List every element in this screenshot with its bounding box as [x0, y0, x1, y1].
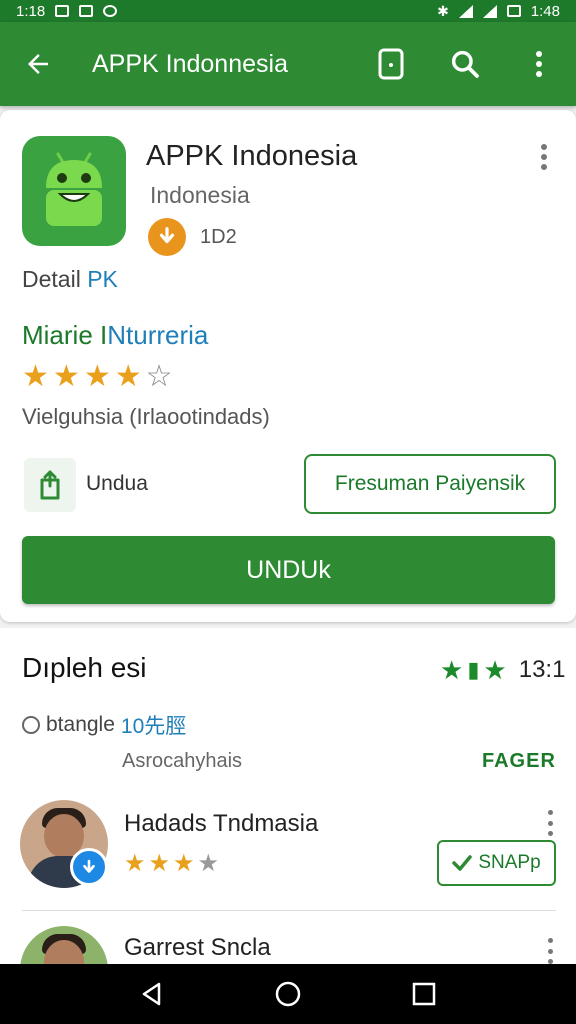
more-vert-icon [536, 51, 542, 77]
star-filled-icon: ★ [52, 360, 80, 393]
section-title-a: Miarie I [22, 320, 108, 350]
app-info-card: APPK Indonesia Indonesia 1D2 Detail PK M… [0, 110, 576, 622]
review-divider [22, 910, 556, 911]
overflow-menu-button[interactable] [502, 22, 576, 106]
menu-dot-icon [547, 820, 553, 826]
download-badge [148, 218, 186, 256]
review-menu-button[interactable] [540, 810, 560, 836]
battery-icon [506, 5, 521, 17]
reviews-subhead: Asrocahyhais [122, 750, 243, 772]
star-filled-icon: ★ [114, 360, 142, 393]
nav-recents-icon [412, 982, 436, 1006]
star-filled-icon: ★ [148, 850, 171, 877]
nav-home-button[interactable] [258, 964, 318, 1024]
reviews-score: ★ ▮ ★ 13:1 [440, 656, 565, 684]
app-bar-title: APPK Indonnesia [92, 49, 288, 78]
review-action-label: SNAPp [478, 852, 541, 873]
sort-link[interactable]: FAGER [482, 750, 556, 773]
reviews-score-value: 13:1 [518, 656, 566, 683]
status-bar: 1:18 ✱ 1:48 [0, 0, 576, 22]
score-star-icon: ▮ [467, 657, 480, 682]
check-arrow-icon [452, 855, 473, 871]
menu-dot-icon [547, 938, 553, 943]
rating-stars: ★ ★ ★ ★ ☆ [22, 362, 173, 392]
star-empty-icon: ★ [197, 850, 220, 877]
download-arrow-icon [83, 859, 95, 873]
app-notification-icon [103, 5, 118, 17]
menu-dot-icon [541, 144, 547, 150]
back-button[interactable] [0, 22, 76, 106]
shield-notification-icon [79, 5, 94, 17]
avatar-download-badge [70, 848, 108, 886]
star-filled-icon: ★ [124, 850, 146, 877]
review-action-button[interactable]: SNAPp [437, 840, 556, 886]
menu-dot-icon [547, 948, 553, 954]
menu-dot-icon [541, 154, 547, 160]
star-filled-icon: ★ [22, 360, 49, 393]
nav-recents-button[interactable] [394, 964, 454, 1024]
app-icon [22, 136, 126, 246]
nav-back-button[interactable] [122, 964, 182, 1024]
section-title-b: Nturreria [107, 320, 209, 350]
bluetooth-icon: ✱ [437, 2, 449, 19]
card-menu-button[interactable] [532, 142, 556, 172]
arrow-back-icon [28, 54, 48, 74]
review-rating-stars: ★ ★ ★ ★ [124, 852, 219, 876]
share-app-icon [40, 470, 60, 500]
reviews-filter[interactable]: btangle 10先脛 [22, 710, 186, 740]
app-name: APPK Indonesia [146, 140, 358, 172]
download-count: 1D2 [200, 226, 237, 248]
reviews-card: Dıpleh esi ★ ▮ ★ 13:1 btangle 10先脛 Asroc… [0, 628, 576, 1014]
share-label: Undua [86, 472, 148, 495]
filter-text: btangle [46, 713, 115, 736]
star-empty-icon: ☆ [145, 360, 173, 393]
app-meta: Vielguhsia (Irlaootindads) [22, 404, 270, 429]
status-time-left: 1:18 [16, 2, 46, 20]
score-star-icon: ★ [483, 655, 507, 685]
score-star-icon: ★ [440, 655, 464, 685]
reviewer-name: Garrest Sncla [124, 934, 271, 961]
wifi-icon [458, 4, 473, 18]
system-nav-bar [0, 964, 576, 1024]
download-arrow-icon [159, 227, 175, 244]
signal-icon [482, 4, 497, 18]
nav-back-icon [142, 982, 161, 1006]
review-menu-button[interactable] [540, 938, 560, 964]
image-notification-icon [55, 5, 70, 17]
menu-dot-icon [547, 831, 553, 836]
share-icon-button[interactable] [24, 458, 76, 512]
star-filled-icon: ★ [173, 850, 195, 877]
search-icon [451, 50, 479, 78]
filter-accent: 10先脛 [120, 715, 187, 738]
phone-icon [378, 48, 404, 80]
app-bar: APPK Indonnesia [0, 22, 576, 106]
section-title: Miarie INturreria [22, 320, 208, 351]
detail-accent: PK [87, 266, 118, 292]
device-button[interactable] [354, 22, 428, 106]
reviews-title: Dıpleh esi [22, 652, 147, 683]
nav-home-icon [275, 981, 301, 1007]
android-robot-icon [46, 152, 102, 226]
reviewer-name: Hadads Tndmasia [124, 810, 319, 837]
status-time-right: 1:48 [530, 2, 560, 20]
detail-text: Detail [22, 266, 81, 292]
install-button[interactable]: UNDUk [22, 536, 555, 604]
star-filled-icon: ★ [83, 360, 111, 393]
app-developer: Indonesia [150, 182, 250, 208]
menu-dot-icon [541, 164, 547, 170]
filter-radio-icon [22, 716, 40, 734]
menu-dot-icon [547, 810, 553, 815]
search-button[interactable] [428, 22, 502, 106]
detail-label: Detail PK [22, 266, 118, 293]
secondary-action-button[interactable]: Fresuman Paiyensik [304, 454, 556, 514]
